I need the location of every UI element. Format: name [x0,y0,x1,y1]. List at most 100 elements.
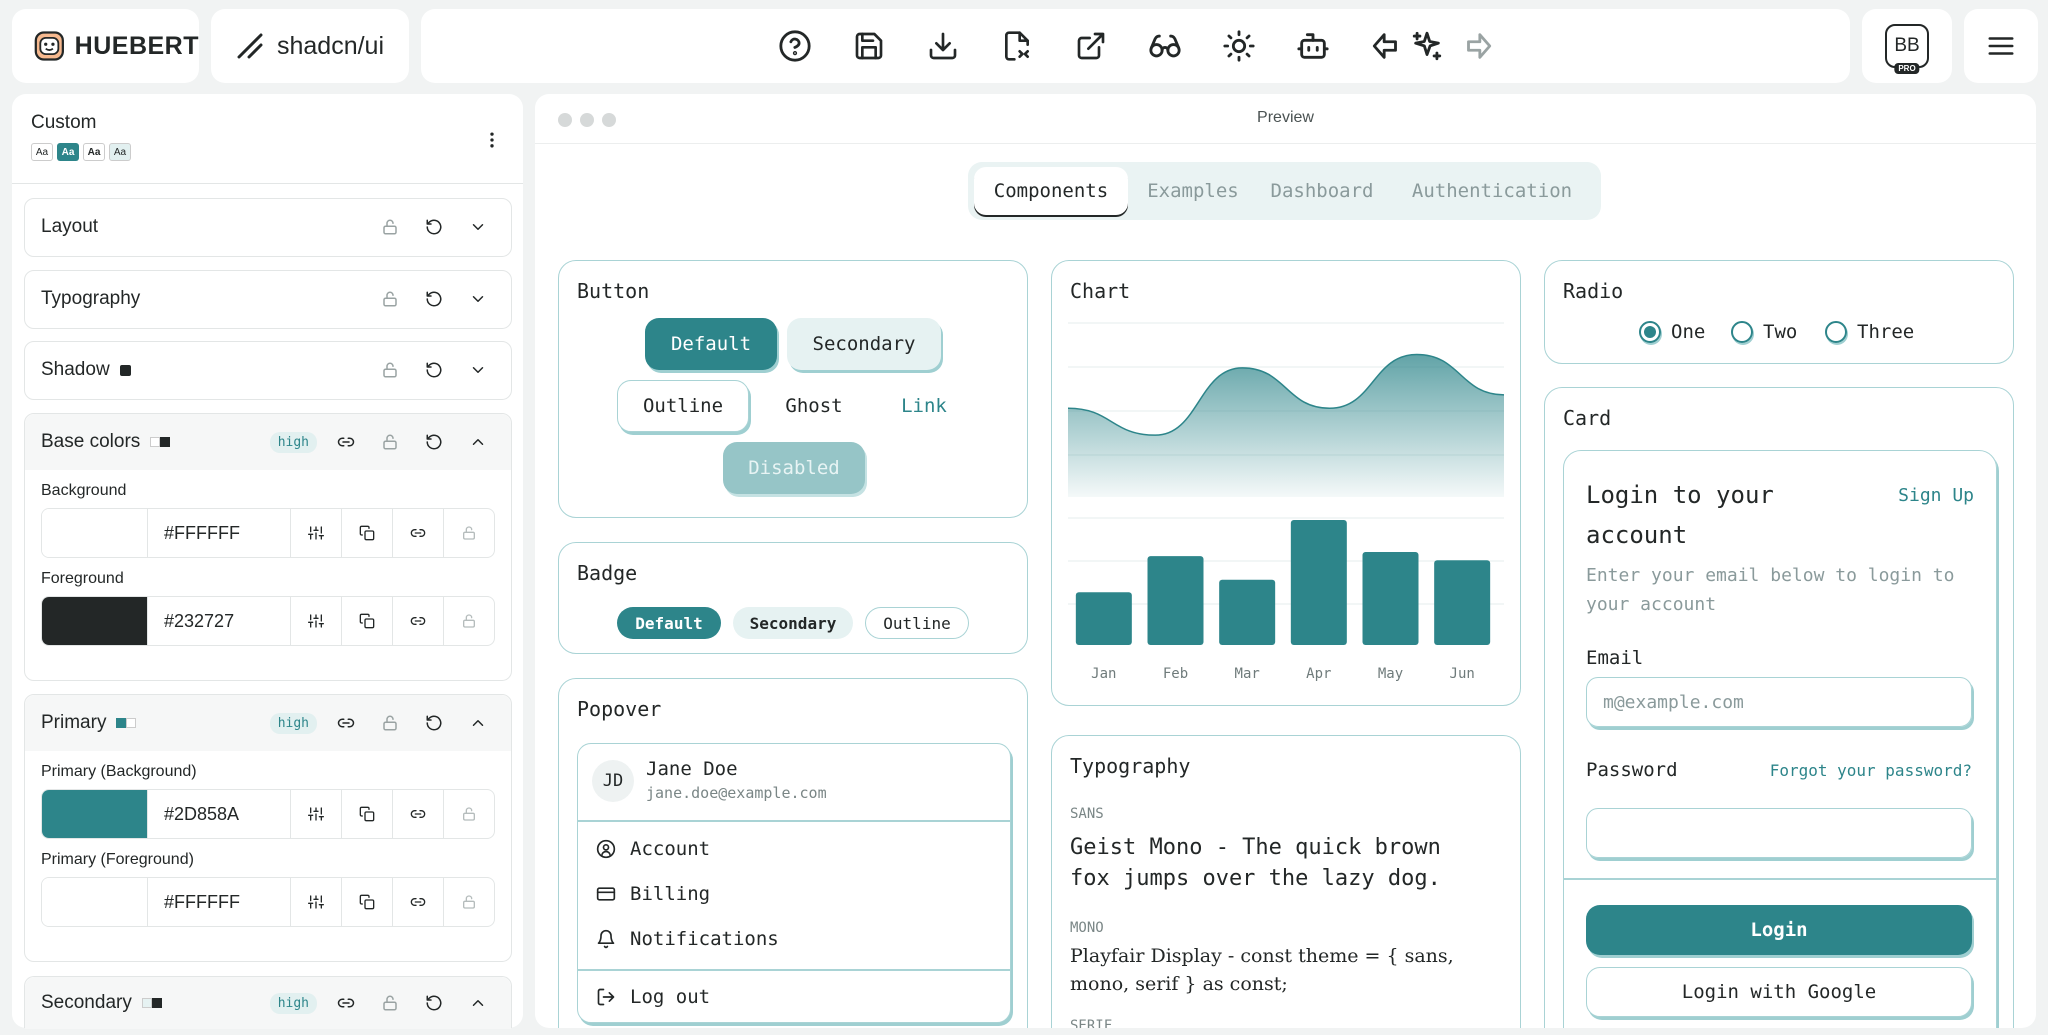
reset-icon[interactable] [417,210,451,244]
lock-icon[interactable] [443,790,494,838]
tab-examples[interactable]: Examples [1132,167,1254,215]
lock-icon[interactable] [373,210,407,244]
reset-icon[interactable] [417,282,451,316]
reset-icon[interactable] [417,425,451,459]
link-icon[interactable] [392,878,443,926]
sun-icon[interactable] [1219,26,1259,66]
sliders-icon[interactable] [290,597,341,645]
download-icon[interactable] [923,26,963,66]
avatar[interactable]: BB PRO [1885,24,1929,74]
foreground-swatch[interactable] [42,597,148,645]
copy-icon[interactable] [341,597,392,645]
link-icon[interactable] [329,706,363,740]
undo-icon[interactable] [1367,26,1407,66]
section-base-colors: Base colors high Background #FFFFFF Fore… [24,413,512,681]
ghost-button[interactable]: Ghost [759,380,869,432]
reset-icon[interactable] [417,353,451,387]
radio-option-two[interactable]: Two [1731,321,1797,343]
glasses-icon[interactable] [1145,26,1185,66]
chevron-up-icon[interactable] [461,986,495,1020]
section-shadow-title: Shadow [41,359,110,380]
sliders-icon[interactable] [290,509,341,557]
section-secondary[interactable]: Secondary high [24,976,512,1029]
lock-icon[interactable] [373,425,407,459]
secondary-button[interactable]: Secondary [787,318,941,370]
menu-item-logout[interactable]: Log out [596,986,710,1008]
menu-item-billing[interactable]: Billing [596,883,710,905]
lock-icon[interactable] [373,706,407,740]
font-sample-3[interactable]: Aa [83,143,105,161]
menu-item-account[interactable]: Account [596,838,710,860]
sliders-icon[interactable] [290,790,341,838]
radio-unchecked-icon[interactable] [1825,321,1847,343]
radio-option-three[interactable]: Three [1825,321,1914,343]
framework-box[interactable]: shadcn/ui [211,9,409,83]
outline-button[interactable]: Outline [617,380,749,432]
reset-icon[interactable] [417,706,451,740]
chevron-down-icon[interactable] [461,282,495,316]
file-code-icon[interactable] [997,26,1037,66]
bot-icon[interactable] [1293,26,1333,66]
radio-unchecked-icon[interactable] [1731,321,1753,343]
radio-option-one[interactable]: One [1639,321,1705,343]
primary-background-swatch[interactable] [42,790,148,838]
signup-link[interactable]: Sign Up [1898,485,1974,506]
lock-icon[interactable] [373,282,407,316]
link-icon[interactable] [392,597,443,645]
lock-icon[interactable] [373,986,407,1020]
login-button[interactable]: Login [1586,905,1972,955]
save-icon[interactable] [849,26,889,66]
primary-foreground-hex-input[interactable]: #FFFFFF [148,878,290,926]
tab-authentication[interactable]: Authentication [1390,167,1594,215]
primary-foreground-swatch[interactable] [42,878,148,926]
password-field[interactable] [1586,808,1972,858]
section-typography[interactable]: Typography [24,270,512,329]
more-vertical-icon[interactable] [482,130,502,150]
copy-icon[interactable] [341,790,392,838]
background-swatch[interactable] [42,509,148,557]
default-button[interactable]: Default [645,318,777,370]
copy-icon[interactable] [341,509,392,557]
chart-bar-may [1362,551,1419,645]
link-icon[interactable] [392,790,443,838]
radio-checked-icon[interactable] [1639,321,1661,343]
section-layout[interactable]: Layout [24,198,512,257]
sparkles-icon[interactable] [1407,26,1447,66]
tab-components[interactable]: Components [974,167,1128,215]
lock-icon[interactable] [443,878,494,926]
primary-background-hex-input[interactable]: #2D858A [148,790,290,838]
section-shadow[interactable]: Shadow [24,341,512,400]
menu-item-notifications[interactable]: Notifications [596,928,779,950]
copy-icon[interactable] [341,878,392,926]
radio-card-title: Radio [1563,279,1624,303]
background-hex-input[interactable]: #FFFFFF [148,509,290,557]
contrast-badge: high [269,712,317,734]
chevron-up-icon[interactable] [461,425,495,459]
link-icon[interactable] [329,986,363,1020]
chevron-down-icon[interactable] [461,210,495,244]
chevron-up-icon[interactable] [461,706,495,740]
font-sample-2[interactable]: Aa [57,143,79,161]
link-icon[interactable] [329,425,363,459]
sliders-icon[interactable] [290,878,341,926]
logo-box[interactable]: HUEBERT [12,9,199,83]
reset-icon[interactable] [417,986,451,1020]
login-google-button[interactable]: Login with Google [1586,967,1972,1017]
lock-icon[interactable] [443,509,494,557]
external-link-icon[interactable] [1071,26,1111,66]
hamburger-menu-icon[interactable] [1986,31,2016,61]
font-sample-4[interactable]: Aa [109,143,131,161]
link-icon[interactable] [392,509,443,557]
lock-icon[interactable] [443,597,494,645]
menu-box[interactable] [1964,9,2038,83]
chevron-down-icon[interactable] [461,353,495,387]
help-icon[interactable] [775,26,815,66]
forgot-password-link[interactable]: Forgot your password? [1770,761,1972,780]
foreground-hex-input[interactable]: #232727 [148,597,290,645]
tab-dashboard[interactable]: Dashboard [1254,167,1390,215]
link-button[interactable]: Link [879,380,969,432]
user-box[interactable]: BB PRO [1862,9,1952,83]
lock-icon[interactable] [373,353,407,387]
email-field[interactable]: m@example.com [1586,677,1972,727]
font-sample-1[interactable]: Aa [31,143,53,161]
